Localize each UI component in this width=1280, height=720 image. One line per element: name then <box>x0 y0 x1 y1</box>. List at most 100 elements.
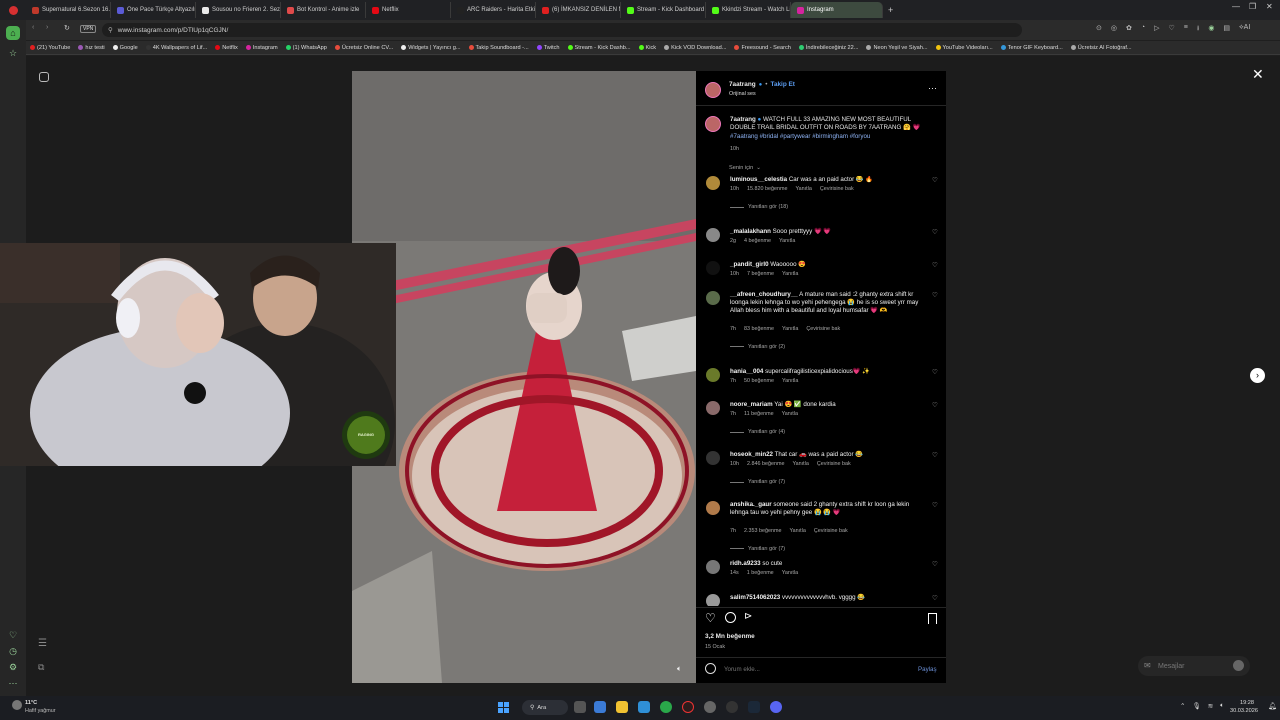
menu-icon[interactable]: ☰ <box>38 638 47 649</box>
save-icon[interactable] <box>928 613 937 624</box>
reply-button[interactable]: Yanıtla <box>782 378 798 384</box>
bookmark-item[interactable]: Netflix <box>211 45 242 51</box>
clock-date[interactable]: 30.03.2026 <box>1230 708 1258 714</box>
reply-button[interactable]: Yanıtla <box>789 528 805 534</box>
reply-button[interactable]: Yanıtla <box>792 461 808 467</box>
comment-username[interactable]: hoseok_min22 <box>730 451 773 458</box>
photos-icon[interactable] <box>638 701 650 713</box>
start-icon[interactable] <box>498 702 509 713</box>
comment-likes[interactable]: 15.820 beğenme <box>747 186 787 192</box>
weather-desc[interactable]: Hafif yağmur <box>25 708 56 714</box>
like-icon[interactable]: ♡ <box>705 611 716 625</box>
pin-icon[interactable]: ☆ <box>6 46 20 60</box>
sidebar-toggle-icon[interactable]: ▤ <box>1223 24 1230 35</box>
messages-button[interactable]: ✉ Mesajlar <box>1138 656 1250 676</box>
bookmark-item[interactable]: hız testi <box>74 45 108 51</box>
menu-icon[interactable]: ≡ <box>1184 24 1188 35</box>
comment-username[interactable]: _pandit_girl0 <box>730 261 769 268</box>
browser-tab[interactable]: One Pace Türkçe Altyazılı <box>111 2 196 18</box>
author-username[interactable]: 7aatrang <box>729 81 756 88</box>
comment-username[interactable]: anshika._gaur <box>730 501 772 508</box>
browser-menu-icon[interactable] <box>0 0 26 20</box>
close-modal-icon[interactable]: ✕ <box>1252 66 1264 83</box>
task-view-icon[interactable] <box>574 701 586 713</box>
emoji-icon[interactable] <box>705 663 716 674</box>
volume-icon[interactable]: 🔈︎ <box>1220 702 1224 710</box>
comment-like-icon[interactable]: ♡ <box>932 176 938 184</box>
bookmark-item[interactable]: Kick <box>635 45 661 51</box>
notifications-icon[interactable]: 🔔︎ <box>1268 702 1277 710</box>
browser-tab[interactable]: Bot Kontrol - Anime izle <box>281 2 366 18</box>
settings-icon[interactable] <box>704 701 716 713</box>
comment-username[interactable]: noore_mariam <box>730 401 773 408</box>
reply-button[interactable]: Yanıtla <box>779 238 795 244</box>
extension-icon[interactable]: ✿ <box>1126 24 1132 35</box>
browser-tab[interactable]: Kkindzi Stream - Watch Li <box>706 2 791 18</box>
caption-hashtags[interactable]: #7aatrang #bridal #partywear #birmingham… <box>730 133 870 140</box>
next-post-button[interactable]: › <box>1250 368 1265 383</box>
comment-like-icon[interactable]: ♡ <box>932 291 938 299</box>
comment-input[interactable] <box>724 663 884 675</box>
sort-dropdown[interactable]: Senin için ⌄ <box>729 165 761 171</box>
comment-like-icon[interactable]: ♡ <box>932 368 938 376</box>
comment-likes[interactable]: 83 beğenme <box>744 326 774 332</box>
translate-button[interactable]: Çevirisine bak <box>817 461 851 467</box>
browser-tab[interactable]: Supernatural 6.Sezon 16.B <box>26 2 111 18</box>
browser-tab[interactable]: Netflix <box>366 2 451 18</box>
view-replies-button[interactable]: Yanıtları gör (7) <box>730 546 785 552</box>
comment-username[interactable]: luminous__celestia <box>730 176 787 183</box>
comment-like-icon[interactable]: ♡ <box>932 560 938 568</box>
reply-button[interactable]: Yanıtla <box>782 326 798 332</box>
author-avatar[interactable] <box>705 82 721 98</box>
browser-tab[interactable]: ARC Raiders - Harita Etkin <box>451 2 536 18</box>
comment-like-icon[interactable]: ♡ <box>932 501 938 509</box>
browser-tab[interactable]: Sousou no Frieren 2. Sezo <box>196 2 281 18</box>
comment-likes[interactable]: 2.353 beğenme <box>744 528 781 534</box>
comment-username[interactable]: salim7514062023 <box>730 594 780 601</box>
address-bar[interactable]: ⚲ www.instagram.com/p/DTlUp1qCGJN/ <box>102 23 1022 37</box>
more-options-icon[interactable]: ⋯ <box>928 83 937 94</box>
comment-likes[interactable]: 1 beğenme <box>747 570 774 576</box>
bookmark-item[interactable]: 4K Wallpapers of Lif... <box>142 45 212 51</box>
comment-icon[interactable] <box>725 612 736 623</box>
avatar[interactable] <box>706 368 720 382</box>
view-replies-button[interactable]: Yanıtları gör (7) <box>730 479 785 485</box>
obs-icon[interactable] <box>726 701 738 713</box>
download-icon[interactable]: ⭳ <box>1197 24 1199 35</box>
close-window-icon[interactable]: ✕ <box>1266 2 1273 11</box>
weather-icon[interactable] <box>12 700 22 710</box>
extension-icon[interactable]: ⊙ <box>1096 24 1102 35</box>
extension-icon[interactable]: ▷ <box>1154 24 1159 35</box>
reply-button[interactable]: Yanıtla <box>795 186 811 192</box>
likes-count[interactable]: 3,2 Mn beğenme <box>705 633 755 640</box>
avatar[interactable] <box>706 261 720 275</box>
comment-username[interactable]: _malalakhann <box>730 228 771 235</box>
site-info-icon[interactable]: ⚲ <box>108 26 113 34</box>
settings-icon[interactable]: ⚙ <box>6 660 20 674</box>
translate-button[interactable]: Çevirisine bak <box>806 326 840 332</box>
bookmark-item[interactable]: YouTube Videoları... <box>932 45 997 51</box>
comment-like-icon[interactable]: ♡ <box>932 228 938 236</box>
clock-time[interactable]: 19:28 <box>1240 700 1254 706</box>
avatar[interactable] <box>706 501 720 515</box>
bookmark-item[interactable]: Tenor GIF Keyboard... <box>997 45 1067 51</box>
comment-like-icon[interactable]: ♡ <box>932 451 938 459</box>
caption-avatar[interactable] <box>705 116 721 132</box>
browser-tab[interactable]: (6) İMKANSIZ DENİLEN M <box>536 2 621 18</box>
search-box[interactable]: ⚲ Ara <box>522 700 568 715</box>
comment-likes[interactable]: 2.846 beğenme <box>747 461 784 467</box>
follow-button[interactable]: Takip Et <box>771 81 795 88</box>
instagram-logo-icon[interactable] <box>39 72 49 82</box>
share-icon[interactable]: ⊳ <box>744 611 752 622</box>
bookmark-item[interactable]: Ücretsiz Online CV... <box>331 45 397 51</box>
bookmark-item[interactable]: Kick VOD Download... <box>660 45 730 51</box>
translate-button[interactable]: Çevirisine bak <box>820 186 854 192</box>
steam-icon[interactable] <box>748 701 760 713</box>
discord-icon[interactable] <box>770 701 782 713</box>
comment-likes[interactable]: 50 beğenme <box>744 378 774 384</box>
avatar[interactable] <box>706 560 720 574</box>
avatar[interactable] <box>706 228 720 242</box>
view-replies-button[interactable]: Yanıtları gör (2) <box>730 344 785 350</box>
translate-button[interactable]: Çevirisine bak <box>814 528 848 534</box>
maximize-icon[interactable]: ❐ <box>1249 2 1256 11</box>
